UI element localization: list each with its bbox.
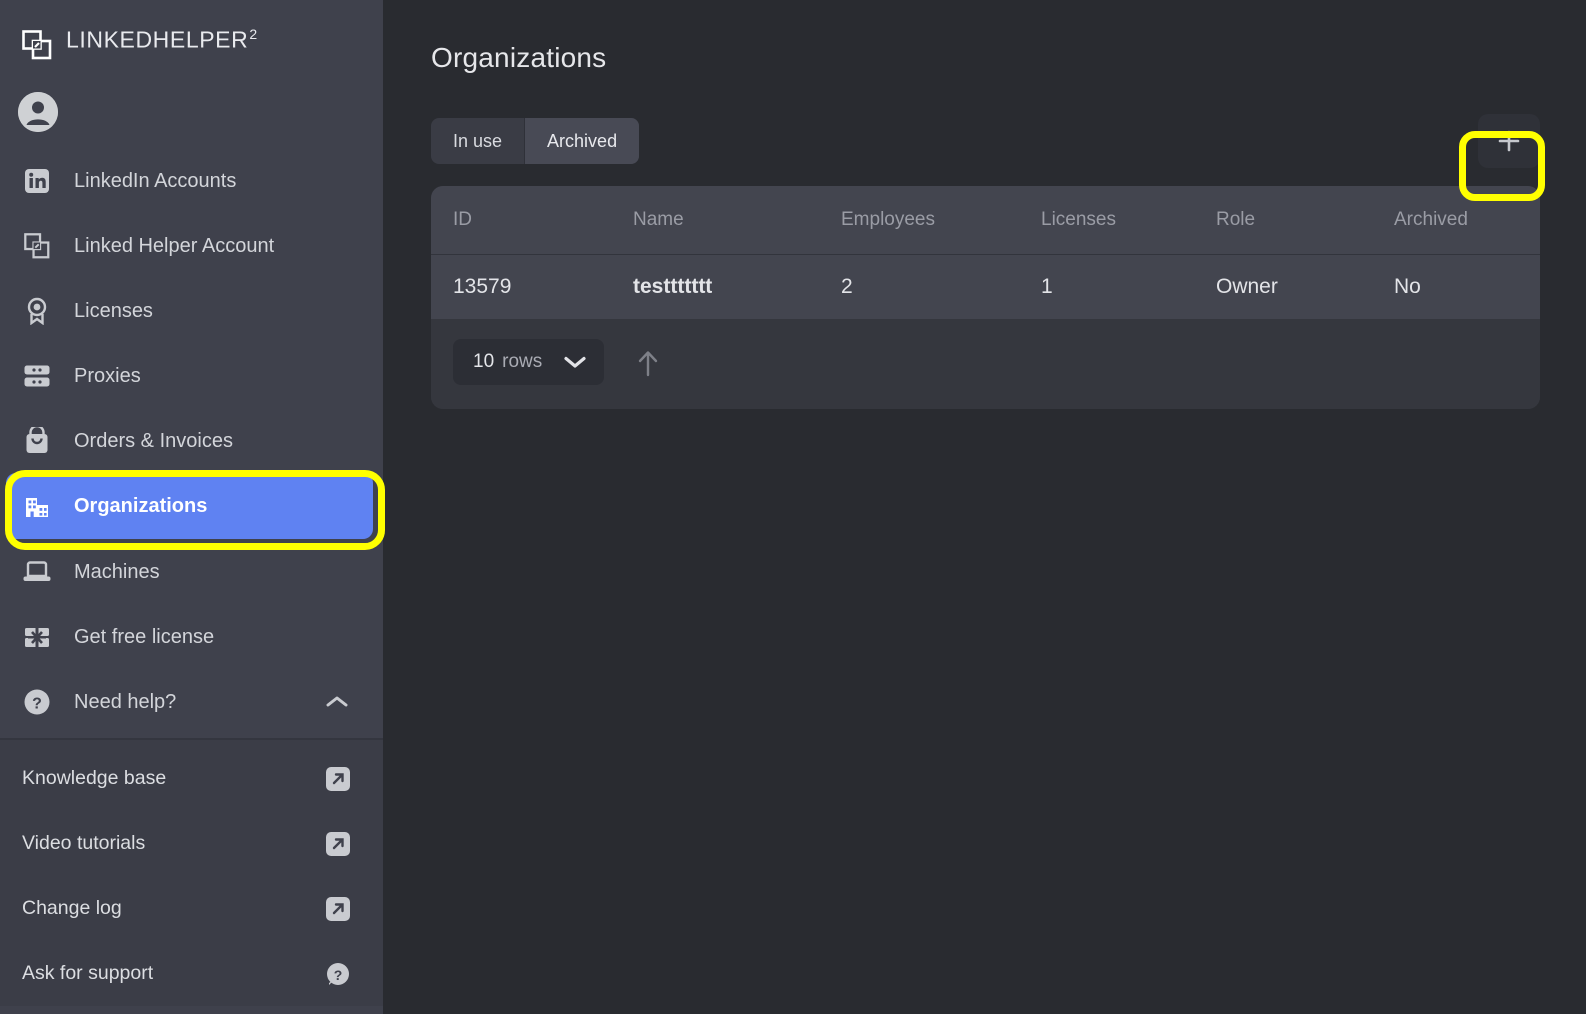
sidebar: LINKEDHELPER2 LinkedIn Accounts Linked H… <box>0 0 383 1014</box>
toolbar: In use Archived <box>431 114 1540 168</box>
tab-label: In use <box>453 130 503 151</box>
external-link-icon <box>325 766 351 792</box>
question-circle-icon: ? <box>22 687 52 717</box>
external-link-icon <box>325 896 351 922</box>
sidebar-item-label: Organizations <box>74 495 208 517</box>
support-question-bubble-icon: ? <box>325 961 351 987</box>
sidebar-item-label: Need help? <box>74 690 177 713</box>
sidebar-item-need-help[interactable]: ? Need help? <box>0 669 383 734</box>
sidebar-link-label: Change log <box>22 897 122 919</box>
sidebar-item-label: LinkedIn Accounts <box>74 169 237 192</box>
table-footer: 10 rows <box>431 319 1540 409</box>
sidebar-link-video-tutorials[interactable]: Video tutorials <box>0 811 383 876</box>
organizations-table-card: ID Name Employees Licenses Role Archived… <box>431 186 1540 409</box>
brand-superscript: 2 <box>249 26 258 42</box>
overlapping-squares-icon <box>22 30 52 60</box>
tab-in-use[interactable]: In use <box>431 118 524 164</box>
user-avatar-icon[interactable] <box>18 92 58 132</box>
table-row[interactable]: 13579 testtttttt 2 1 Owner No <box>431 254 1540 319</box>
sidebar-item-label: Orders & Invoices <box>74 429 233 452</box>
plus-icon <box>1494 126 1524 156</box>
sidebar-item-machines[interactable]: Machines <box>0 539 383 604</box>
cell-role: Owner <box>1216 274 1278 298</box>
brand-name-text: LINKEDHELPER <box>66 26 249 53</box>
organization-building-icon <box>22 491 52 521</box>
column-header-id[interactable]: ID <box>431 186 611 254</box>
award-medal-icon <box>22 296 52 326</box>
external-link-icon <box>325 831 351 857</box>
sidebar-item-licenses[interactable]: Licenses <box>0 278 383 343</box>
sidebar-link-label: Video tutorials <box>22 832 146 854</box>
column-header-name[interactable]: Name <box>611 186 819 254</box>
organizations-table: ID Name Employees Licenses Role Archived… <box>431 186 1540 319</box>
cell-licenses: 1 <box>1041 274 1053 298</box>
column-header-licenses[interactable]: Licenses <box>1019 186 1194 254</box>
brand-name: LINKEDHELPER2 <box>66 26 258 54</box>
column-header-archived[interactable]: Archived <box>1372 186 1540 254</box>
table-header-row: ID Name Employees Licenses Role Archived <box>431 186 1540 254</box>
tab-label: Archived <box>547 130 618 151</box>
filter-tabs: In use Archived <box>431 118 640 164</box>
cell-employees: 2 <box>841 274 853 298</box>
cell-name: testtttttt <box>633 274 713 298</box>
chevron-up-icon[interactable] <box>325 694 349 710</box>
server-icon <box>22 361 52 391</box>
sidebar-nav: LinkedIn Accounts Linked Helper Account <box>0 142 383 734</box>
arrow-up-icon[interactable] <box>636 348 660 377</box>
sidebar-item-label: Proxies <box>74 364 141 387</box>
table-body: 13579 testtttttt 2 1 Owner No <box>431 254 1540 319</box>
page-title: Organizations <box>431 42 607 73</box>
sidebar-item-label: Machines <box>74 560 160 583</box>
column-header-role[interactable]: Role <box>1194 186 1372 254</box>
sidebar-item-organizations[interactable]: Organizations <box>6 473 373 539</box>
linkedin-icon <box>22 166 52 196</box>
sidebar-link-change-log[interactable]: Change log <box>0 876 383 941</box>
rows-per-page-unit: rows <box>502 351 543 372</box>
sidebar-item-proxies[interactable]: Proxies <box>0 343 383 408</box>
table-header: ID Name Employees Licenses Role Archived <box>431 186 1540 254</box>
sidebar-links: Knowledge base Video tutorials Change lo… <box>0 740 383 1006</box>
svg-text:?: ? <box>334 967 343 983</box>
chevron-down-icon <box>562 354 588 370</box>
gift-box-icon <box>22 622 52 652</box>
sidebar-item-linked-helper-account[interactable]: Linked Helper Account <box>0 213 383 278</box>
column-header-employees[interactable]: Employees <box>819 186 1019 254</box>
cell-archived: No <box>1394 274 1421 298</box>
sidebar-link-label: Knowledge base <box>22 767 167 789</box>
add-organization-button[interactable] <box>1478 114 1540 168</box>
sidebar-item-label: Licenses <box>74 299 153 322</box>
rows-per-page-select[interactable]: 10 rows <box>453 339 605 385</box>
sidebar-item-linkedin-accounts[interactable]: LinkedIn Accounts <box>0 148 383 213</box>
sidebar-link-knowledge-base[interactable]: Knowledge base <box>0 746 383 811</box>
shopping-bag-icon <box>22 426 52 456</box>
laptop-icon <box>22 557 52 587</box>
sidebar-link-label: Ask for support <box>22 962 154 984</box>
sidebar-item-orders-invoices[interactable]: Orders & Invoices <box>0 408 383 473</box>
tab-archived[interactable]: Archived <box>524 118 640 164</box>
sidebar-item-label: Linked Helper Account <box>74 234 275 257</box>
sidebar-item-label: Get free license <box>74 625 215 648</box>
app-window: LINKEDHELPER2 LinkedIn Accounts Linked H… <box>0 0 1586 1014</box>
svg-text:?: ? <box>32 695 42 712</box>
main-content: Organizations In use Archived ID Name Em… <box>383 0 1586 1014</box>
cell-id: 13579 <box>453 274 512 298</box>
avatar-row <box>0 72 383 142</box>
sidebar-item-get-free-license[interactable]: Get free license <box>0 604 383 669</box>
brand-logo[interactable]: LINKEDHELPER2 <box>0 0 383 72</box>
rows-per-page-value: 10 <box>473 351 495 372</box>
sidebar-link-ask-for-support[interactable]: Ask for support ? <box>0 941 383 1006</box>
overlapping-squares-icon <box>22 231 52 261</box>
